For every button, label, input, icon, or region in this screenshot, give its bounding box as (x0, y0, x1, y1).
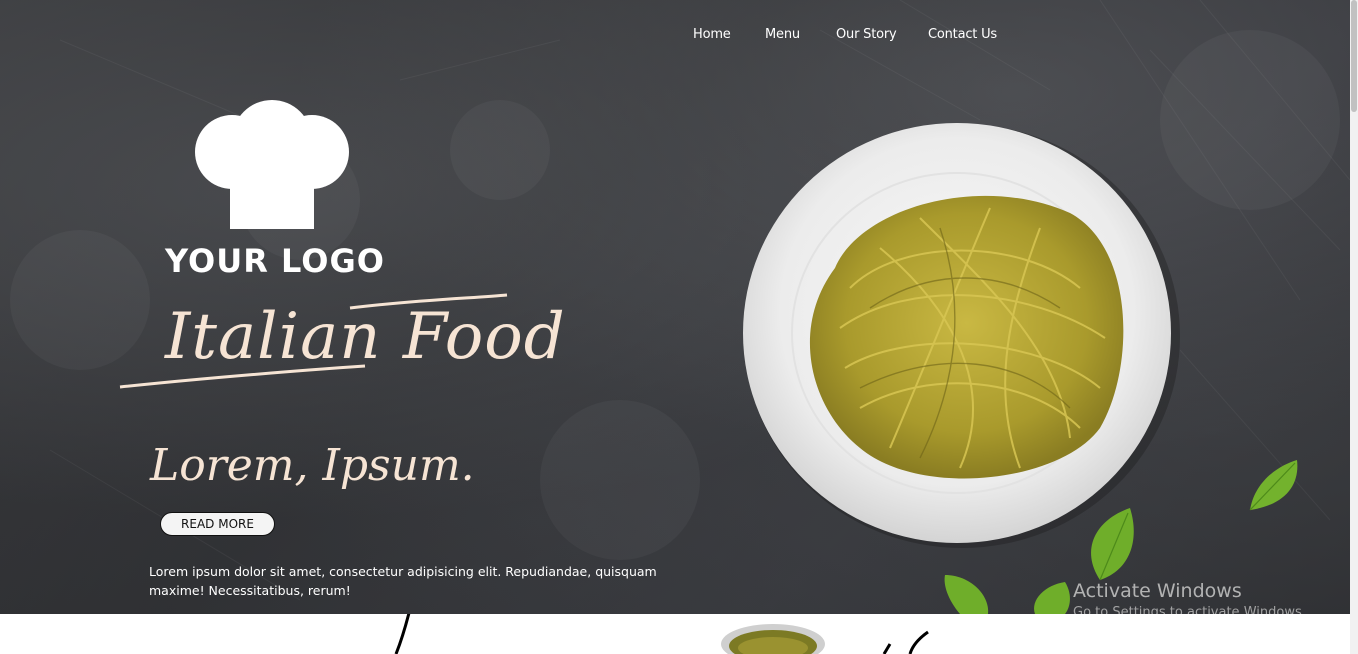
next-section-preview (0, 614, 1350, 654)
hero-subtitle: Lorem, Ipsum. (150, 440, 475, 491)
basil-leaf-icon (1249, 460, 1298, 511)
scrollbar-thumb[interactable] (1351, 0, 1357, 112)
vertical-scrollbar[interactable] (1350, 0, 1358, 654)
read-more-button[interactable]: READ MORE (160, 512, 275, 536)
activate-windows-subtitle: Go to Settings to activate Windows. (1073, 605, 1306, 614)
logo-text: YOUR LOGO (165, 242, 385, 280)
hero-section: Home Menu Our Story Contact Us YOUR LOGO… (0, 0, 1350, 614)
basil-leaf-icon (1034, 582, 1070, 614)
activate-windows-title: Activate Windows (1073, 580, 1242, 602)
basil-leaf-icon (944, 575, 989, 614)
nav-item-home[interactable]: Home (693, 27, 731, 42)
title-underline-stroke (119, 293, 508, 389)
site-logo[interactable]: YOUR LOGO (160, 100, 384, 280)
basil-leaf-icon (1091, 508, 1134, 581)
hero-description: Lorem ipsum dolor sit amet, consectetur … (149, 564, 657, 598)
nav-item-our-story[interactable]: Our Story (836, 27, 897, 42)
nav-item-menu[interactable]: Menu (765, 27, 800, 42)
next-section-graphics (394, 614, 929, 654)
pasta-plate-image (740, 118, 1190, 563)
chef-hat-icon (195, 100, 349, 229)
nav-item-contact-us[interactable]: Contact Us (928, 27, 997, 42)
